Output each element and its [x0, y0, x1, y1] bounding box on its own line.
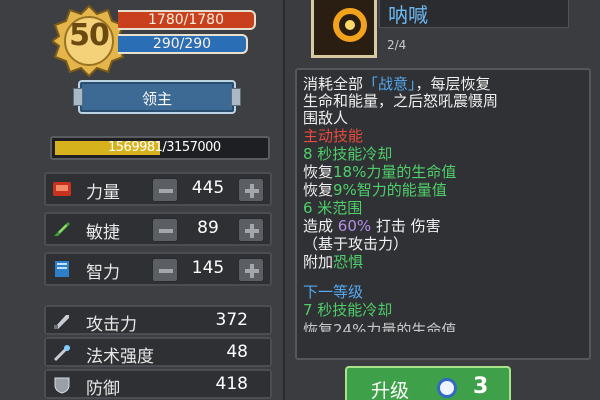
- stat-value: 418: [215, 374, 248, 394]
- attribute-value: 445: [191, 178, 225, 198]
- attribute-name: 智力: [86, 263, 120, 283]
- next-cooldown-line: 7 秒技能冷却: [303, 301, 393, 319]
- hero-stats-panel: 50 1780/1780 290/290 领主 1569981/3157000 …: [0, 0, 285, 400]
- upgrade-label: 升级: [371, 380, 410, 400]
- shout-skill-icon: [311, 0, 377, 58]
- mp-bar: 290/290: [118, 34, 248, 54]
- skill-point-icon: [437, 378, 457, 398]
- wand-icon: [53, 345, 70, 362]
- cooldown-line: 8 秒技能冷却: [303, 145, 393, 163]
- attribute-row-intelligence: 智力 145: [44, 252, 272, 286]
- skill-description: 消耗全部「战意」，每层恢复 生命和能量，之后怒吼震慑周 围敌人 主动技能 8 秒…: [295, 68, 591, 360]
- stat-row-attack: 攻击力 372: [44, 305, 272, 335]
- book-icon: [55, 261, 69, 277]
- desc-text: 恢复: [303, 181, 334, 199]
- hero-title: 领主: [141, 90, 172, 108]
- desc-line-heal: 恢复18%力量的生命值: [303, 164, 456, 181]
- desc-text: 消耗全部: [303, 75, 364, 93]
- fear-effect: 恐惧: [333, 253, 364, 271]
- hp-text: 1780/1780: [148, 12, 224, 28]
- desc-line-2: 生命和能量，之后怒吼震慑周: [303, 92, 499, 110]
- skill-name-box: 呐喊: [379, 0, 569, 28]
- skill-header: 呐喊 2/4: [299, 0, 589, 64]
- exp-text: 1569981/3157000: [108, 140, 221, 155]
- skill-name: 呐喊: [388, 3, 428, 27]
- feather-icon: [54, 222, 70, 236]
- stat-name: 法术强度: [86, 347, 154, 367]
- next-heal-line-partial: 恢复24%力量的生命值: [303, 322, 457, 332]
- attribute-name: 力量: [86, 183, 120, 203]
- increase-intelligence-button[interactable]: [238, 258, 264, 282]
- keyword-battle-spirit: 「战意」: [363, 75, 416, 93]
- stat-name: 攻击力: [86, 315, 137, 335]
- desc-text: 附加: [303, 253, 334, 271]
- attribute-value: 89: [197, 218, 219, 238]
- desc-text: ，每层恢复: [415, 75, 491, 93]
- attribute-value: 145: [191, 258, 225, 278]
- attribute-name: 敏捷: [86, 223, 120, 243]
- level-value: 50: [69, 18, 110, 53]
- skill-detail-panel: 呐喊 2/4 消耗全部「战意」，每层恢复 生命和能量，之后怒吼震慑周 围敌人 主…: [287, 0, 600, 400]
- mp-text: 290/290: [152, 36, 212, 52]
- skill-level: 2/4: [387, 38, 407, 52]
- shield-icon: [54, 377, 70, 394]
- decrease-agility-button[interactable]: [152, 218, 178, 242]
- desc-line-3: 围敌人: [303, 109, 349, 127]
- increase-strength-button[interactable]: [238, 178, 264, 202]
- active-skill-label: 主动技能: [303, 127, 364, 145]
- stat-row-defense: 防御 418: [44, 369, 272, 399]
- effect-line: 附加恐惧: [303, 254, 363, 271]
- stat-value: 372: [215, 310, 248, 330]
- hero-screen: 50 1780/1780 290/290 领主 1569981/3157000 …: [0, 0, 600, 400]
- sword-icon: [54, 315, 69, 329]
- desc-line-energy: 恢复9%智力的能量值: [303, 182, 447, 199]
- desc-line-1: 消耗全部「战意」，每层恢复: [303, 76, 491, 93]
- increase-agility-button[interactable]: [238, 218, 264, 242]
- damage-line: 造成 60% 打击 伤害: [303, 218, 441, 235]
- exp-bar: 1569981/3157000: [50, 136, 270, 160]
- range-line: 6 米范围: [303, 199, 363, 217]
- heal-amount: 18%力量的生命值: [333, 163, 457, 181]
- decrease-strength-button[interactable]: [152, 178, 178, 202]
- stat-name: 防御: [86, 379, 120, 399]
- upgrade-cost: 3: [473, 374, 489, 399]
- energy-amount: 9%智力的能量值: [333, 181, 447, 199]
- fist-icon: [53, 182, 71, 196]
- desc-text: 打击 伤害: [371, 217, 441, 235]
- upgrade-button[interactable]: 升级 3: [345, 366, 511, 400]
- desc-text: 恢复: [303, 163, 334, 181]
- stat-value: 48: [226, 342, 248, 362]
- decrease-intelligence-button[interactable]: [152, 258, 178, 282]
- damage-basis-line: （基于攻击力）: [303, 235, 409, 253]
- hp-bar: 1780/1780: [118, 10, 256, 30]
- title-plate[interactable]: 领主: [73, 80, 241, 114]
- desc-text: 造成: [303, 217, 338, 235]
- attribute-row-strength: 力量 445: [44, 172, 272, 206]
- damage-percent: 60%: [337, 217, 372, 235]
- attribute-row-agility: 敏捷 89: [44, 212, 272, 246]
- next-level-label: 下一等级: [303, 283, 364, 301]
- stat-row-spell-power: 法术强度 48: [44, 337, 272, 367]
